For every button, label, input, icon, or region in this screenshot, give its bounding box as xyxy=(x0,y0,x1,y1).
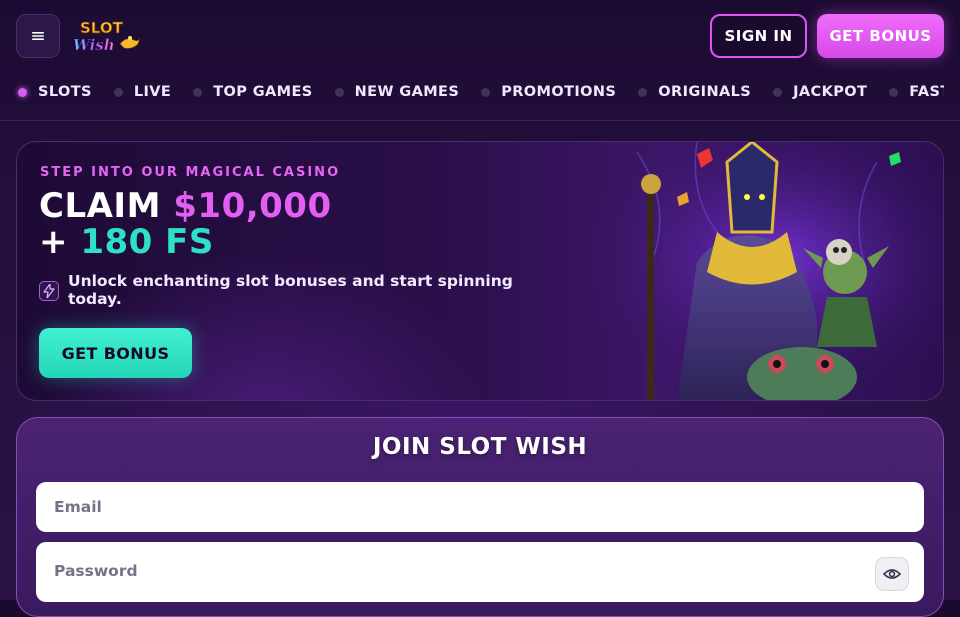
nav-dot-icon xyxy=(18,87,27,97)
password-field[interactable] xyxy=(36,542,924,602)
nav-item-label: FAST GAMES xyxy=(909,84,944,100)
nav-item-live[interactable]: LIVE xyxy=(113,84,172,100)
nav-item-label: TOP GAMES xyxy=(213,84,313,100)
nav-item-originals[interactable]: ORIGINALS xyxy=(638,84,751,100)
get-bonus-header-button[interactable]: GET BONUS xyxy=(817,14,944,58)
nav-item-label: SLOTS xyxy=(38,84,92,100)
category-nav: SLOTS LIVE TOP GAMES NEW GAMES PROMOTION… xyxy=(0,72,944,112)
site-header: SLOT Wish SIGN IN GET BONUS xyxy=(0,0,960,72)
nav-dot-icon xyxy=(889,87,899,97)
hero-title-amount: $10,000 xyxy=(173,186,332,226)
nav-dot-icon xyxy=(638,87,648,97)
hero-title-plus: + xyxy=(39,222,68,262)
nav-item-promotions[interactable]: PROMOTIONS xyxy=(481,84,616,100)
hero-description-text: Unlock enchanting slot bonuses and start… xyxy=(68,272,513,308)
nav-divider xyxy=(0,120,960,121)
hero-title: CLAIM $10,000 + 180 FS xyxy=(39,188,332,260)
nav-item-label: JACKPOT xyxy=(793,84,868,100)
nav-dot-icon xyxy=(334,87,344,97)
slot-wish-logo[interactable]: SLOT Wish xyxy=(70,14,142,56)
nav-dot-icon xyxy=(481,87,491,97)
nav-dot-icon xyxy=(773,87,783,97)
nav-item-label: PROMOTIONS xyxy=(501,84,617,100)
show-password-button[interactable] xyxy=(875,557,909,591)
lightning-bolt-icon xyxy=(39,281,59,301)
get-bonus-hero-button[interactable]: GET BONUS xyxy=(39,328,192,378)
nav-item-fast-games[interactable]: FAST GAMES xyxy=(889,84,944,100)
nav-item-label: NEW GAMES xyxy=(354,84,460,100)
svg-text:SLOT: SLOT xyxy=(80,19,124,37)
nav-item-top-games[interactable]: TOP GAMES xyxy=(193,84,312,100)
nav-dot-icon xyxy=(193,87,203,97)
nav-dot-icon xyxy=(113,87,123,97)
hero-title-free-spins: 180 FS xyxy=(80,222,214,262)
nav-item-slots[interactable]: SLOTS xyxy=(18,84,92,100)
hero-banner: STEP INTO OUR MAGICAL CASINO CLAIM $10,0… xyxy=(16,141,944,401)
sign-in-button[interactable]: SIGN IN xyxy=(710,14,807,58)
svg-text:Wish: Wish xyxy=(73,36,115,54)
hero-title-prefix: CLAIM xyxy=(39,186,161,226)
hamburger-menu-icon xyxy=(32,32,44,40)
eye-icon xyxy=(883,569,901,579)
hero-artwork xyxy=(577,142,943,400)
nav-item-new-games[interactable]: NEW GAMES xyxy=(334,84,460,100)
hero-description: Unlock enchanting slot bonuses and start… xyxy=(39,272,519,308)
nav-item-label: LIVE xyxy=(133,84,172,100)
menu-button[interactable] xyxy=(16,14,60,58)
signup-title: JOIN SLOT WISH xyxy=(372,434,588,460)
hero-eyebrow: STEP INTO OUR MAGICAL CASINO xyxy=(40,165,341,180)
email-field[interactable] xyxy=(36,482,924,532)
nav-item-jackpot[interactable]: JACKPOT xyxy=(773,84,867,100)
nav-item-label: ORIGINALS xyxy=(658,84,752,100)
